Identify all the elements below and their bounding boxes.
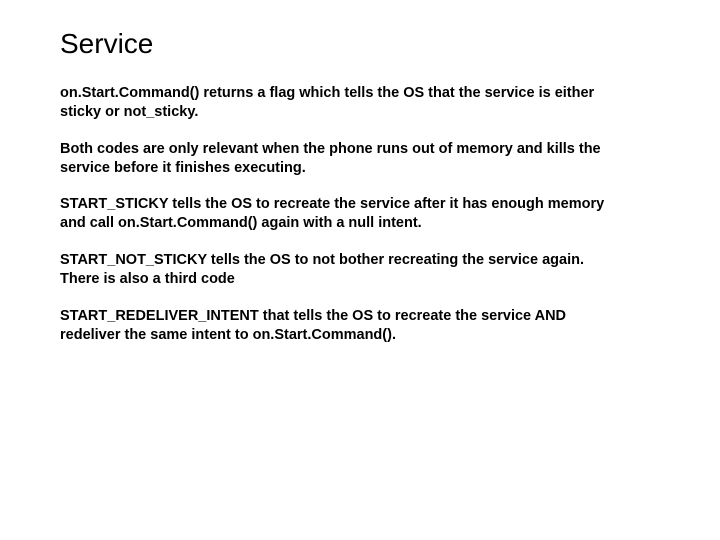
paragraph: on.Start.Command() returns a flag which … [60,84,620,122]
paragraph: Both codes are only relevant when the ph… [60,140,620,178]
paragraph: START_STICKY tells the OS to recreate th… [60,195,620,233]
page-title: Service [60,28,660,60]
paragraph: START_REDELIVER_INTENT that tells the OS… [60,307,620,345]
paragraph: START_NOT_STICKY tells the OS to not bot… [60,251,620,289]
